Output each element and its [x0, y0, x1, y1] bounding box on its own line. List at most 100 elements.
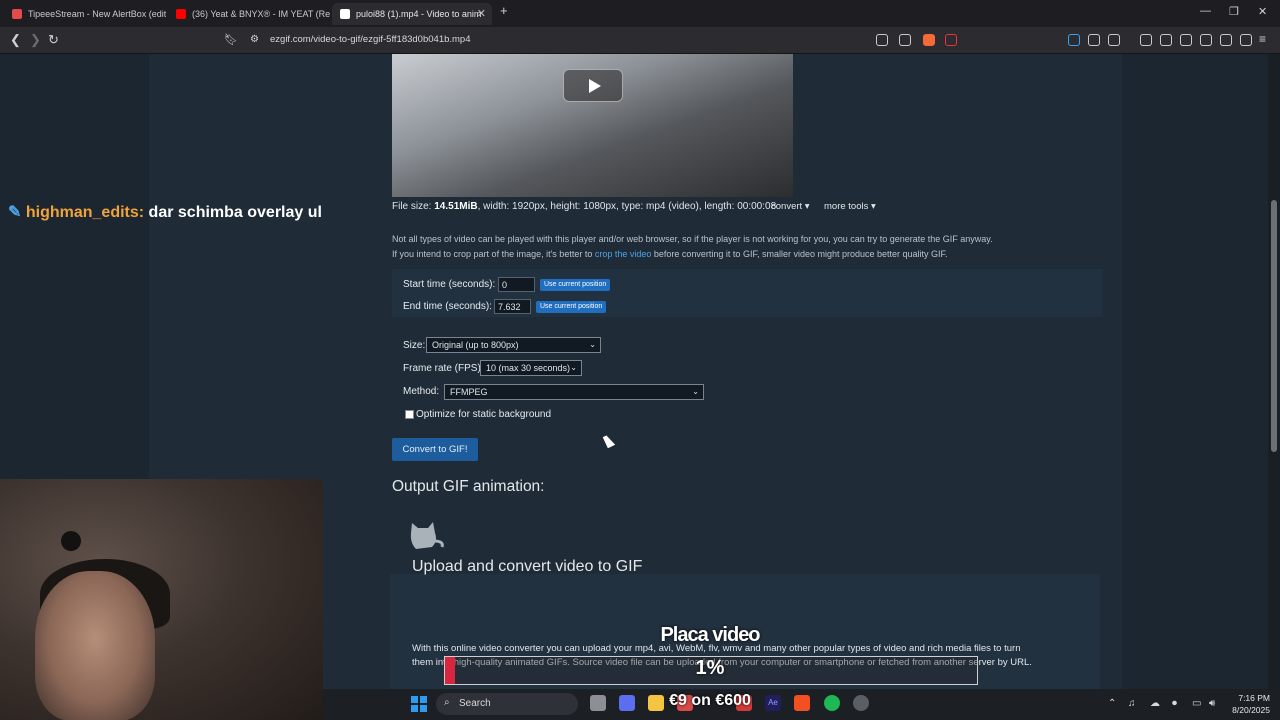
clock-date: 8/20/2025	[1232, 705, 1270, 715]
player-note: Not all types of video can be played wit…	[392, 234, 993, 244]
convert-menu[interactable]: convert ▾	[771, 201, 810, 212]
goal-amount: €9 on €600	[669, 692, 751, 709]
bookmark-icon[interactable]: 🔖︎	[224, 33, 238, 46]
tab-tipeeestream[interactable]: TipeeeStream - New AlertBox (editor)	[4, 3, 166, 25]
chat-badge-icon: ✎	[8, 204, 22, 221]
taskbar-search[interactable]	[436, 693, 578, 715]
start-time-label: Start time (seconds):	[403, 279, 496, 290]
audio-icon[interactable]: ♫	[1128, 698, 1136, 709]
reader-icon[interactable]	[876, 34, 888, 46]
forward-icon[interactable]: ❯	[30, 32, 41, 48]
menu-icon[interactable]: ≡	[1259, 32, 1266, 46]
end-time-label: End time (seconds):	[403, 301, 492, 312]
copilot-icon[interactable]	[619, 695, 635, 711]
windows-start-icon[interactable]	[411, 696, 427, 712]
tab-bar: TipeeeStream - New AlertBox (editor) (36…	[0, 0, 1280, 27]
brave-browser-icon[interactable]	[794, 695, 810, 711]
search-icon: ⌕	[444, 697, 450, 708]
extensions-icon[interactable]	[1088, 34, 1100, 46]
start-time-input[interactable]	[498, 277, 535, 292]
brave-shields-icon[interactable]	[923, 34, 935, 46]
optimize-label: Optimize for static background	[416, 409, 552, 420]
close-tab-icon[interactable]: ✕	[477, 7, 486, 20]
show-hidden-icons[interactable]: ⌃	[1108, 698, 1116, 709]
start-use-current-button[interactable]: Use current position	[540, 279, 611, 291]
crop-note-pre: If you intend to crop part of the image,…	[392, 249, 595, 259]
youtube-icon	[176, 9, 186, 19]
display-icon[interactable]: ▭	[1192, 698, 1201, 709]
site-settings-icon[interactable]: ⚙︎	[250, 34, 259, 45]
minimize-icon[interactable]: —	[1200, 5, 1211, 17]
goal-progress-fill	[445, 657, 455, 684]
wallet-icon[interactable]	[1200, 34, 1212, 46]
goal-title: Placa video	[660, 624, 760, 646]
tab-label: TipeeeStream - New AlertBox (editor)	[28, 9, 166, 19]
more-tools-menu[interactable]: more tools ▾	[824, 201, 876, 212]
screenshot-icon[interactable]	[1108, 34, 1120, 46]
file-info: File size: 14.51MiB, width: 1920px, heig…	[392, 201, 776, 212]
volume-icon[interactable]: 🔊︎	[1209, 698, 1215, 709]
crop-video-link[interactable]: crop the video	[595, 249, 652, 259]
play-button[interactable]	[563, 69, 623, 102]
network-icon[interactable]: ☁	[1150, 698, 1160, 709]
fps-select-value: 10 (max 30 seconds)	[486, 363, 571, 373]
ezgif-icon	[340, 9, 350, 19]
webcam-feed	[0, 479, 323, 720]
reload-icon[interactable]: ↻	[48, 32, 59, 48]
chevron-down-icon: ⌄	[589, 340, 596, 349]
tab-label: puloi88 (1).mp4 - Video to anim	[356, 9, 482, 19]
new-tab-button[interactable]: +	[500, 3, 508, 18]
chevron-down-icon: ⌄	[692, 387, 699, 396]
restore-icon[interactable]: ❐	[1229, 5, 1239, 18]
end-time-input[interactable]	[494, 299, 531, 314]
method-label: Method:	[403, 386, 440, 397]
size-select[interactable]: Original (up to 800px) ⌄	[426, 337, 601, 353]
tab-label: (36) Yeat & BNYX® - IM YEAT (Real L	[192, 9, 330, 19]
size-label: Size:	[403, 340, 426, 351]
convert-to-gif-button[interactable]: Convert to GIF!	[392, 438, 478, 461]
settings-icon[interactable]	[853, 695, 869, 711]
tab-ezgif[interactable]: puloi88 (1).mp4 - Video to anim ✕	[332, 3, 492, 25]
downloads-icon[interactable]	[1140, 34, 1152, 46]
media-icon[interactable]	[1160, 34, 1172, 46]
after-effects-icon[interactable]: Ae	[765, 695, 781, 711]
url-field[interactable]: ezgif.com/video-to-gif/ezgif-5ff183d0b04…	[270, 34, 471, 45]
taskbar-clock[interactable]: 7:16 PM 8/20/2025	[1222, 692, 1270, 716]
clock-time: 7:16 PM	[1238, 693, 1270, 703]
translate-icon[interactable]	[1068, 34, 1080, 46]
back-icon[interactable]: ❮	[10, 32, 21, 48]
person	[35, 571, 155, 720]
crop-note: If you intend to crop part of the image,…	[392, 249, 948, 259]
task-view-icon[interactable]	[590, 695, 606, 711]
chat-username: highman_edits:	[25, 204, 145, 221]
leo-ai-icon[interactable]	[1220, 34, 1232, 46]
close-window-icon[interactable]: ✕	[1258, 5, 1267, 18]
brave-rewards-icon[interactable]	[945, 34, 957, 46]
sidebar-icon[interactable]	[1180, 34, 1192, 46]
microphone-icon[interactable]: ⏺	[1172, 698, 1177, 709]
goal-percent: 1%	[695, 657, 725, 679]
file-info-details: , width: 1920px, height: 1080px, type: m…	[477, 201, 777, 212]
chat-text: dar schimba overlay ul	[148, 204, 322, 221]
file-info-prefix: File size:	[392, 201, 435, 212]
output-title: Output GIF animation:	[392, 478, 545, 495]
spotify-icon[interactable]	[824, 695, 840, 711]
chevron-down-icon: ⌄	[570, 363, 577, 372]
tab-youtube[interactable]: (36) Yeat & BNYX® - IM YEAT (Real L	[168, 3, 330, 25]
upload-title: Upload and convert video to GIF	[412, 558, 643, 575]
placeholder-cat-icon	[410, 522, 444, 549]
method-select-value: FFMPEG	[450, 387, 488, 397]
size-select-value: Original (up to 800px)	[432, 340, 519, 350]
method-select[interactable]: FFMPEG ⌄	[444, 384, 704, 400]
end-use-current-button[interactable]: Use current position	[536, 301, 607, 313]
fps-label: Frame rate (FPS):	[403, 363, 484, 374]
address-bar: ❮ ❯ ↻ 🔖︎ ⚙︎ ezgif.com/video-to-gif/ezgif…	[0, 27, 1280, 54]
file-size-value: 14.51MiB	[434, 201, 478, 212]
share-icon[interactable]	[899, 34, 911, 46]
optimize-checkbox[interactable]	[405, 410, 414, 419]
vpn-icon[interactable]	[1240, 34, 1252, 46]
fps-select[interactable]: 10 (max 30 seconds) ⌄	[480, 360, 582, 376]
search-label: Search	[459, 698, 491, 709]
lamp	[61, 531, 81, 551]
crop-note-post: before converting it to GIF, smaller vid…	[651, 249, 948, 259]
